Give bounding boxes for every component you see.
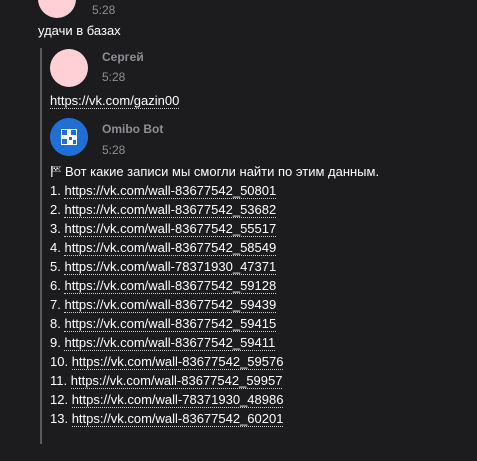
result-link[interactable]: https://vk.com/wall-83677542_55517 [64, 221, 277, 237]
result-link[interactable]: https://vk.com/wall-83677542_58549 [64, 240, 277, 256]
thread-quote-bar [40, 48, 42, 444]
list-item: 4. https://vk.com/wall-83677542_58549 [50, 238, 283, 257]
list-item-number: 4. [50, 240, 61, 255]
list-item-number: 2. [50, 202, 61, 217]
result-link[interactable]: https://vk.com/wall-83677542_59411 [64, 335, 276, 351]
list-item: 7. https://vk.com/wall-83677542_59439 [50, 295, 283, 314]
bot-intro: Вот какие записи мы смогли найти по этим… [50, 164, 379, 179]
list-item-number: 11. [50, 373, 68, 388]
list-item: 6. https://vk.com/wall-83677542_59128 [50, 276, 283, 295]
list-item: 9. https://vk.com/wall-83677542_59411 [50, 333, 283, 352]
result-link[interactable]: https://vk.com/wall-83677542_59957 [70, 373, 283, 389]
bot-intro-text: Вот какие записи мы смогли найти по этим… [65, 164, 380, 179]
list-item-number: 8. [50, 316, 61, 331]
list-item: 5. https://vk.com/wall-78371930_47371 [50, 257, 283, 276]
list-item: 11. https://vk.com/wall-83677542_59957 [50, 371, 283, 390]
message-time: 5:28 [102, 70, 126, 84]
list-item-number: 3. [50, 221, 61, 236]
list-item: 2. https://vk.com/wall-83677542_53682 [50, 200, 283, 219]
flag-icon [50, 165, 62, 177]
list-item-number: 10. [50, 354, 69, 369]
list-item-number: 13. [50, 411, 69, 426]
result-link[interactable]: https://vk.com/wall-83677542_59439 [64, 297, 277, 313]
avatar[interactable] [50, 49, 88, 87]
list-item: 13. https://vk.com/wall-83677542_60201 [50, 409, 284, 428]
list-item: 8. https://vk.com/wall-83677542_59415 [50, 314, 283, 333]
avatar[interactable] [38, 0, 76, 18]
list-item-number: 7. [50, 297, 61, 312]
list-item-number: 9. [50, 335, 61, 350]
list-item: 12. https://vk.com/wall-78371930_48986 [50, 390, 284, 409]
result-link[interactable]: https://vk.com/wall-83677542_50801 [64, 183, 277, 199]
list-item: 1. https://vk.com/wall-83677542_50801 [50, 181, 283, 200]
message-author[interactable]: Сергей [102, 50, 144, 64]
list-item-number: 6. [50, 278, 61, 293]
results-list: 1. https://vk.com/wall-83677542_50801 2. … [50, 181, 284, 428]
result-link[interactable]: https://vk.com/wall-83677542_59415 [64, 316, 277, 332]
bot-logo-icon [50, 118, 88, 156]
list-item: 3. https://vk.com/wall-83677542_55517 [50, 219, 283, 238]
result-link[interactable]: https://vk.com/wall-78371930_47371 [64, 259, 277, 275]
list-item: 10. https://vk.com/wall-83677542_59576 [50, 352, 284, 371]
result-link[interactable]: https://vk.com/wall-83677542_59128 [64, 278, 277, 294]
message-time: 5:28 [102, 143, 126, 157]
result-link[interactable]: https://vk.com/wall-83677542_60201 [71, 411, 284, 427]
message-text: https://vk.com/gazin00 [50, 93, 180, 109]
message-link[interactable]: https://vk.com/gazin00 [50, 93, 180, 109]
result-link[interactable]: https://vk.com/wall-83677542_59576 [71, 354, 284, 370]
message-time: 5:28 [92, 3, 116, 17]
bot-avatar[interactable] [50, 118, 88, 156]
message-text: удачи в базах [38, 23, 121, 38]
result-link[interactable]: https://vk.com/wall-83677542_53682 [64, 202, 277, 218]
list-item-number: 1. [50, 183, 61, 198]
message-author[interactable]: Omibo Bot [102, 122, 163, 136]
result-link[interactable]: https://vk.com/wall-78371930_48986 [71, 392, 284, 408]
list-item-number: 12. [50, 392, 69, 407]
list-item-number: 5. [50, 259, 61, 274]
